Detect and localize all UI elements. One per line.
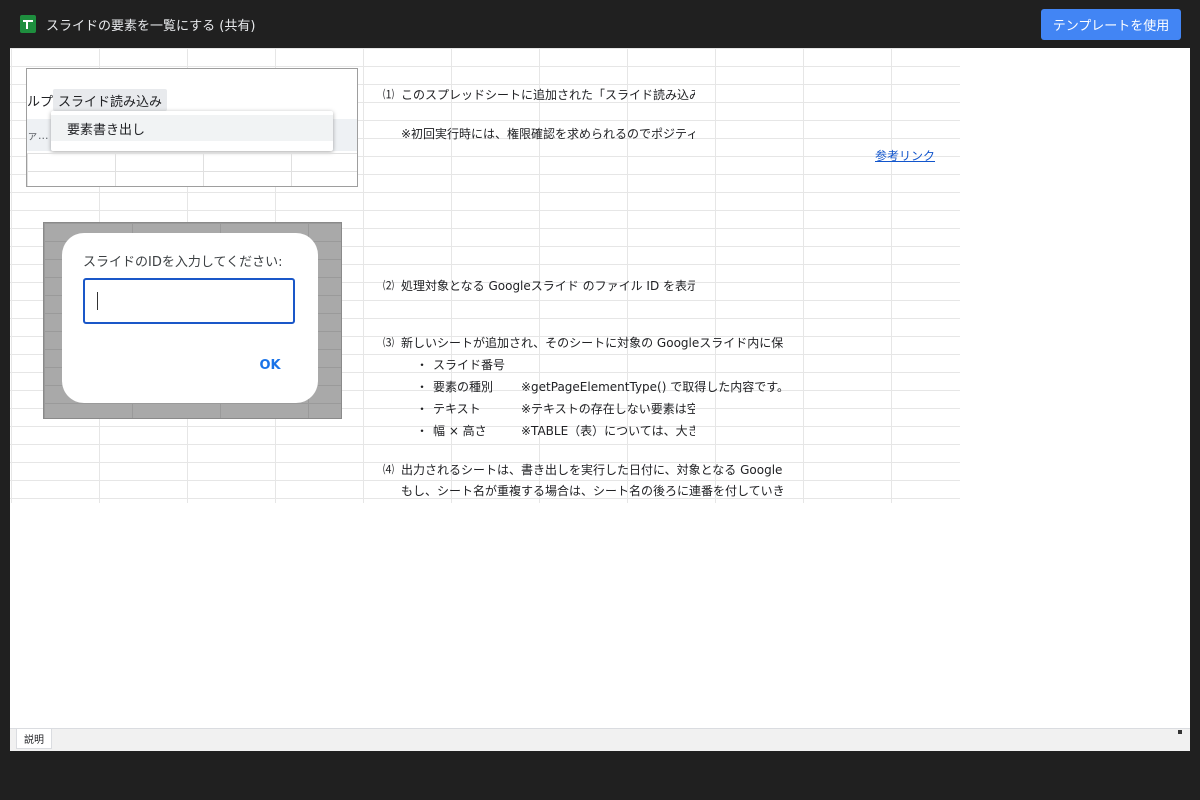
text-caret: [97, 292, 98, 310]
bullet-note: ※テキストの存在しない要素は空: [521, 402, 695, 416]
bullet-label: 幅 × 高さ: [433, 424, 487, 438]
bullet-icon: ・: [416, 380, 429, 394]
step1-number: ⑴: [383, 88, 394, 101]
bullet-icon: ・: [416, 424, 429, 438]
sheet-tab-explanation[interactable]: 説明: [16, 729, 52, 749]
sheet-tab-bar: 説明: [10, 728, 1190, 751]
step4-number: ⑷: [383, 463, 394, 476]
step2-line1: 処理対象となる Googleスライド のファイル ID を表示さ: [401, 279, 695, 293]
bullet-label: テキスト: [433, 402, 481, 416]
document-title: スライドの要素を一覧にする (共有): [46, 19, 256, 34]
step3-line1: 新しいシートが追加され、そのシートに対象の Googleスライド内に保存: [401, 336, 783, 350]
dropdown-item-export-elements: 要素書き出し: [51, 115, 333, 141]
ok-button: OK: [250, 353, 290, 377]
use-template-button[interactable]: テンプレートを使用: [1041, 9, 1181, 40]
bullet-note: ※getPageElementType() で取得した内容です。: [521, 380, 783, 394]
resize-handle: [1178, 730, 1182, 734]
menu-tab-slide-import: スライド読み込み: [53, 89, 168, 111]
dialog-prompt-text: スライドのIDを入力してください:: [83, 255, 283, 270]
step4-line1: 出力されるシートは、書き出しを実行した日付に、対象となる Googleス: [401, 463, 783, 477]
menu-fragment: ルプ: [27, 95, 54, 110]
step2-number: ⑵: [383, 279, 394, 292]
top-bar: スライドの要素を一覧にする (共有) テンプレートを使用: [0, 0, 1200, 48]
menu-screenshot-image: ルプ スライド読み込み ァ... 要素書き出し: [26, 68, 358, 187]
step3-number: ⑶: [383, 336, 394, 349]
slide-id-input: [83, 278, 295, 324]
step1-line1: このスプレッドシートに追加された「スライド読み込み: [401, 88, 695, 102]
spreadsheet-grid[interactable]: ルプ スライド読み込み ァ... 要素書き出し スライドのIDを入力してください…: [10, 48, 1190, 728]
toolbar-fragment: ァ...: [27, 129, 49, 142]
bullet-icon: ・: [416, 402, 429, 416]
sheets-logo-icon: [20, 15, 36, 33]
reference-link[interactable]: 参考リンク: [875, 147, 935, 165]
dialog-screenshot-image: スライドのIDを入力してください: OK: [43, 222, 342, 419]
grid-empty-bottom: [10, 503, 1190, 728]
step1-line2: ※初回実行時には、権限確認を求められるのでポジティ: [401, 127, 695, 141]
bullet-note: ※TABLE（表）については、大き: [521, 424, 695, 438]
step4-line2: もし、シート名が重複する場合は、シート名の後ろに連番を付していき、: [401, 484, 783, 498]
bullet-label: スライド番号: [433, 358, 506, 372]
prompt-dialog: スライドのIDを入力してください: OK: [62, 233, 318, 403]
screenshot-grid: [27, 153, 357, 186]
bullet-label: 要素の種別: [433, 380, 494, 394]
bullet-icon: ・: [416, 358, 429, 372]
dropdown-menu: 要素書き出し: [51, 111, 333, 151]
